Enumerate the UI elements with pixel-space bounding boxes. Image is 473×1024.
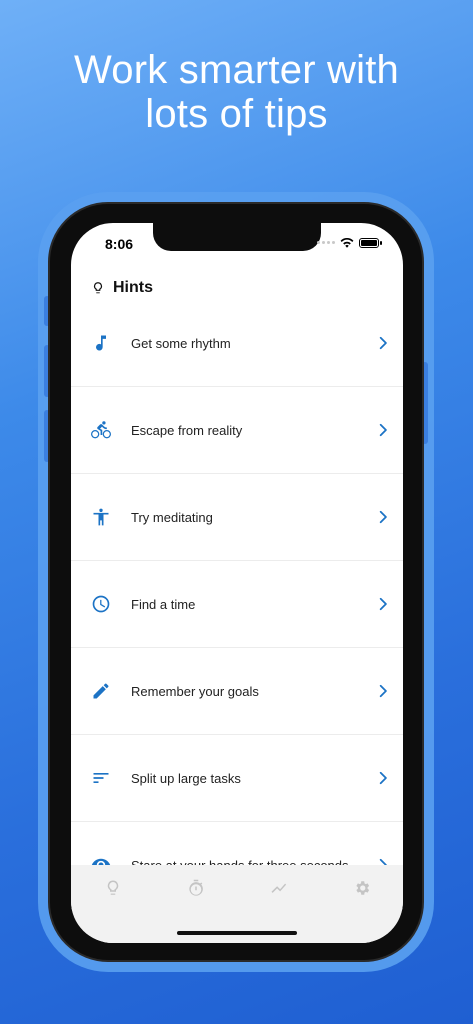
hints-list: Get some rhythm Escape from reality Try …	[71, 300, 403, 909]
headline-line-1: Work smarter with	[74, 48, 399, 92]
tab-hints[interactable]	[93, 879, 133, 903]
chevron-right-icon	[379, 423, 387, 437]
music-note-icon	[96, 335, 106, 351]
stopwatch-icon	[188, 879, 203, 896]
hint-label: Remember your goals	[131, 683, 259, 699]
hint-label: Split up large tasks	[131, 770, 241, 786]
page-title: Hints	[91, 279, 153, 297]
bicycle-icon	[91, 421, 111, 439]
status-icons	[317, 237, 382, 248]
hint-row-find-time[interactable]: Find a time	[71, 561, 403, 648]
page-title-text: Hints	[113, 279, 153, 296]
notch	[153, 223, 321, 251]
gear-icon	[355, 881, 369, 895]
tab-bar	[71, 865, 403, 943]
hint-row-meditate[interactable]: Try meditating	[71, 474, 403, 561]
phone-screen: 8:06 Hints Get some rhythm Escape from r…	[71, 223, 403, 943]
hint-row-goals[interactable]: Remember your goals	[71, 648, 403, 735]
tab-timer[interactable]	[176, 879, 216, 903]
person-icon	[93, 508, 109, 526]
hint-label: Get some rhythm	[131, 335, 231, 351]
hint-label: Try meditating	[131, 509, 213, 525]
hint-label: Find a time	[131, 596, 196, 612]
promo-headline: Work smarter with lots of tips	[0, 48, 473, 136]
chevron-right-icon	[379, 510, 387, 524]
trend-icon	[271, 883, 286, 893]
hint-label: Escape from reality	[131, 422, 243, 438]
hint-row-escape[interactable]: Escape from reality	[71, 387, 403, 474]
chevron-right-icon	[379, 336, 387, 350]
lightbulb-icon	[107, 880, 118, 895]
wifi-icon	[340, 237, 354, 248]
hint-row-rhythm[interactable]: Get some rhythm	[71, 300, 403, 387]
tab-settings[interactable]	[342, 879, 382, 903]
battery-icon	[359, 237, 382, 248]
status-time: 8:06	[105, 236, 134, 252]
lines-icon	[93, 773, 109, 783]
signal-dots-icon	[317, 241, 335, 244]
lightbulb-icon	[93, 282, 103, 294]
hint-row-split-tasks[interactable]: Split up large tasks	[71, 735, 403, 822]
chevron-right-icon	[379, 597, 387, 611]
headline-line-2: lots of tips	[145, 92, 328, 136]
tab-stats[interactable]	[259, 879, 299, 903]
pencil-icon	[93, 683, 109, 699]
clock-icon	[92, 595, 110, 613]
chevron-right-icon	[379, 684, 387, 698]
home-indicator[interactable]	[177, 931, 297, 935]
chevron-right-icon	[379, 771, 387, 785]
